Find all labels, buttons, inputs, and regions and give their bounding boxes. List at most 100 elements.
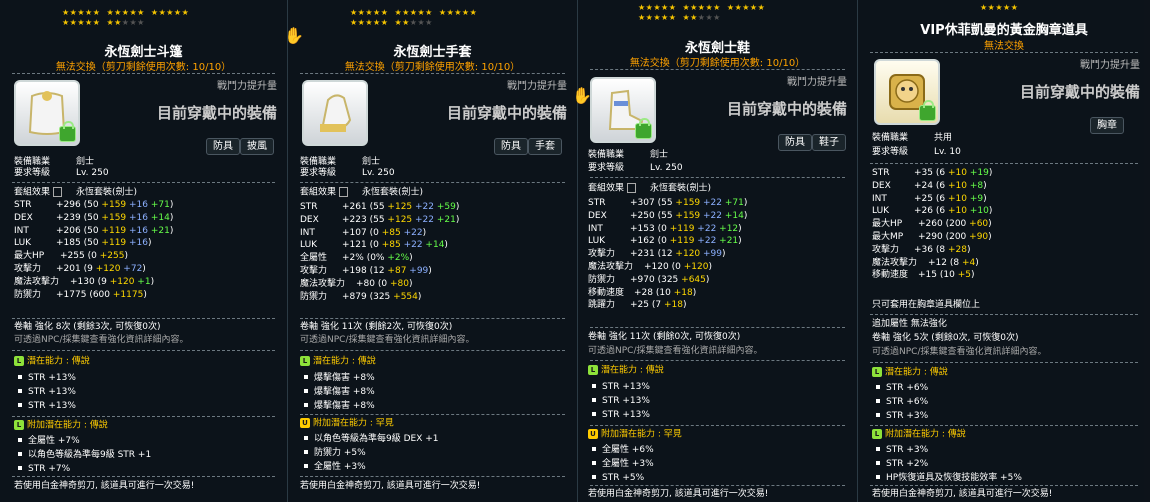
lock-icon [919,100,936,121]
stat-row: 魔法攻擊力 +12 (8 +4) [872,257,979,268]
hint-text: 可透過NPC/採集鍵查看強化資訊詳細內容。 [588,346,763,356]
bonus-potential-line: 全屬性 +3% [588,457,654,471]
bonus-potential-line: STR +5% [588,471,654,485]
stat-row: 魔法攻擊力 +120 (0 +120) [588,261,712,272]
item-title: VIP休菲凱曼的黃金胸章道具 [920,23,1088,38]
hand-cursor-icon: ✋ [572,86,592,105]
item-tooltip-cape: ★★★★★ ★★★★★ ★★★★★ ★★★★★ ★★★★★ 永恆劍士斗篷 無法交換… [0,0,288,502]
trade-status: 無法交換（剪刀剩餘使用次數: 10/10） [344,62,521,73]
extra-stat-info: 追加屬性 無法強化 [872,319,947,329]
potential-line: STR +13% [14,399,76,413]
stat-row: 攻擊力 +36 (8 +28) [872,244,971,255]
footer-note: 若使用白金神奇剪刀, 該道具可進行一次交易! [588,489,769,499]
footer-note: 若使用白金神奇剪刀, 該道具可進行一次交易! [300,481,481,491]
item-tooltip-gloves: ★★★★★ ★★★★★ ★★★★★ ★★★★★ ★★★★★ 永恆劍士手套 無法交換… [288,0,578,502]
potential-line: 爆擊傷害 +8% [300,385,375,399]
equipped-label: 目前穿戴中的裝備 [446,104,567,122]
star-force-row: ★★★★★ [980,3,1019,12]
lock-icon [635,118,652,139]
tag-slot: 手套 [528,138,562,155]
bonus-potential-title: U 附加潛在能力 : 罕見 [300,418,394,430]
lock-icon [59,121,76,142]
bonus-potential-line: 全屬性 +6% [588,443,654,457]
item-tooltip-shoes: ★★★★★ ★★★★★ ★★★★★ ★★★★★ ★★★★★ 永恆劍士鞋 無法交換（… [578,0,858,502]
bonus-potential-title: L 附加潛在能力 : 傳說 [872,429,966,441]
stat-row: 跳躍力 +25 (7 +18) [588,300,687,311]
stat-row: INT +107 (0 +85 +22) [300,227,427,238]
hint-text: 可透過NPC/採集鍵查看強化資訊詳細內容。 [14,335,189,345]
potential-line: 爆擊傷害 +8% [300,371,375,385]
stat-row: STR +261 (55 +125 +22 +59) [300,202,460,212]
combat-power-label: 戰鬥力提升量 [217,81,277,92]
star-force-row: ★★★★★ ★★★★★ ★★★★★ ★★★★★ ★★★★★ [638,3,766,22]
bonus-potential-line: 以角色等級為準每9級 STR +1 [14,448,151,462]
enhance-info: 卷軸 強化 11次 (剩餘2次, 可恢復0次) [300,322,453,332]
footer-note: 若使用白金神奇剪刀, 該道具可進行一次交易! [14,481,195,491]
potential-line: 爆擊傷害 +8% [300,399,375,413]
stat-row: LUK +26 (6 +10 +10) [872,206,993,217]
stat-row: DEX +239 (50 +159 +16 +14) [14,212,174,223]
stat-row: STR +35 (6 +10 +19) [872,168,993,178]
enhance-info: 卷軸 強化 5次 (剩餘0次, 可恢復0次) [872,333,1019,343]
equipped-label: 目前穿戴中的裝備 [156,104,277,122]
tag-slot: 鞋子 [812,134,846,151]
item-icon [590,77,656,143]
potential-title: L 潛在能力 : 傳說 [14,356,90,368]
stat-row: DEX +24 (6 +10 +8) [872,180,987,191]
footer-note: 若使用白金神奇剪刀, 該道具可進行一次交易! [872,489,1053,499]
trade-status: 無法交換（剪刀剩餘使用次數: 10/10） [55,62,232,73]
bonus-potential-line: 以角色等級為準每9級 DEX +1 [300,432,439,446]
combat-power-label: 戰鬥力提升量 [507,81,567,92]
stat-row: INT +206 (50 +119 +16 +21) [14,225,174,236]
potential-line: STR +13% [588,380,650,394]
stat-row: 移動速度 +15 (10 +5) [872,270,975,281]
stat-row: 最大HP +260 (200 +60) [872,219,992,230]
hint-text: 可透過NPC/採集鍵查看強化資訊詳細內容。 [872,347,1047,357]
item-tooltip-badge: ★★★★★ VIP休菲凱曼的黃金胸章道具 無法交換 戰鬥力提升量 目前穿戴中的裝… [858,0,1150,502]
stat-row: 防禦力 +970 (325 +645) [588,274,710,285]
enhance-info: 卷軸 強化 11次 (剩餘0次, 可恢復0次) [588,332,741,342]
stat-list: STR +296 (50 +159 +16 +71) DEX +239 (50 +15… [14,199,173,301]
stat-row: 攻擊力 +198 (12 +87 +99) [300,265,432,276]
stat-row: 防禦力 +1775 (600 +1175) [14,289,147,300]
potential-line: STR +3% [872,409,928,423]
stat-row: LUK +185 (50 +119 +16) [14,238,152,249]
stat-row: 攻擊力 +231 (12 +120 +99) [588,249,726,260]
stat-row: 最大HP +255 (0 +255) [14,251,128,262]
bonus-potential-line: STR +2% [872,457,1022,471]
enhance-info: 卷軸 強化 8次 (剩餘3次, 可恢復0次) [14,322,161,332]
hint-text: 可透過NPC/採集鍵查看強化資訊詳細內容。 [300,335,475,345]
stat-row: 全屬性 +2% (0% +2%) [300,253,413,264]
stat-list: STR +35 (6 +10 +19) DEX +24 (6 +10 +8) INT +2… [872,167,992,282]
equipped-label: 目前穿戴中的裝備 [1019,83,1140,101]
stat-row: DEX +250 (55 +159 +22 +14) [588,210,748,221]
tag-armor: 防具 [494,138,528,155]
item-icon [14,80,80,146]
potential-title: L 潛在能力 : 傳說 [588,365,664,377]
bonus-potential-line: 防禦力 +5% [300,446,439,460]
potential-line: STR +13% [588,408,650,422]
stat-list: STR +307 (55 +159 +22 +71) DEX +250 (55 +15… [588,197,747,312]
potential-title: L 潛在能力 : 傳說 [872,367,948,379]
stat-row: INT +25 (6 +10 +9) [872,193,987,204]
stat-row: INT +153 (0 +119 +22 +12) [588,223,742,234]
slot-restriction: 只可套用在胸章道具欄位上 [872,300,981,310]
stat-row: 最大MP +290 (200 +90) [872,231,992,242]
item-icon [302,80,368,146]
tag-armor: 防具 [206,138,240,155]
bonus-potential-line: 全屬性 +3% [300,460,439,474]
stat-row: 攻擊力 +201 (9 +120 +72) [14,263,146,274]
potential-line: STR +6% [872,381,928,395]
stat-row: STR +307 (55 +159 +22 +71) [588,198,748,208]
tag-slot: 胸章 [1090,117,1124,134]
stat-row: LUK +162 (0 +119 +22 +21) [588,236,742,247]
star-force-row: ★★★★★ ★★★★★ ★★★★★ ★★★★★ ★★★★★ [62,8,190,27]
potential-line: STR +13% [588,394,650,408]
bonus-potential-title: U 附加潛在能力 : 罕見 [588,429,682,441]
combat-power-label: 戰鬥力提升量 [787,77,847,88]
tag-armor: 防具 [778,134,812,151]
potential-line: STR +13% [14,385,76,399]
stat-row: 魔法攻擊力 +80 (0 +80) [300,278,413,289]
bonus-potential-line: HP恢復道具及恢復技能效率 +5% [872,471,1022,485]
stat-row: LUK +121 (0 +85 +22 +14) [300,240,448,251]
